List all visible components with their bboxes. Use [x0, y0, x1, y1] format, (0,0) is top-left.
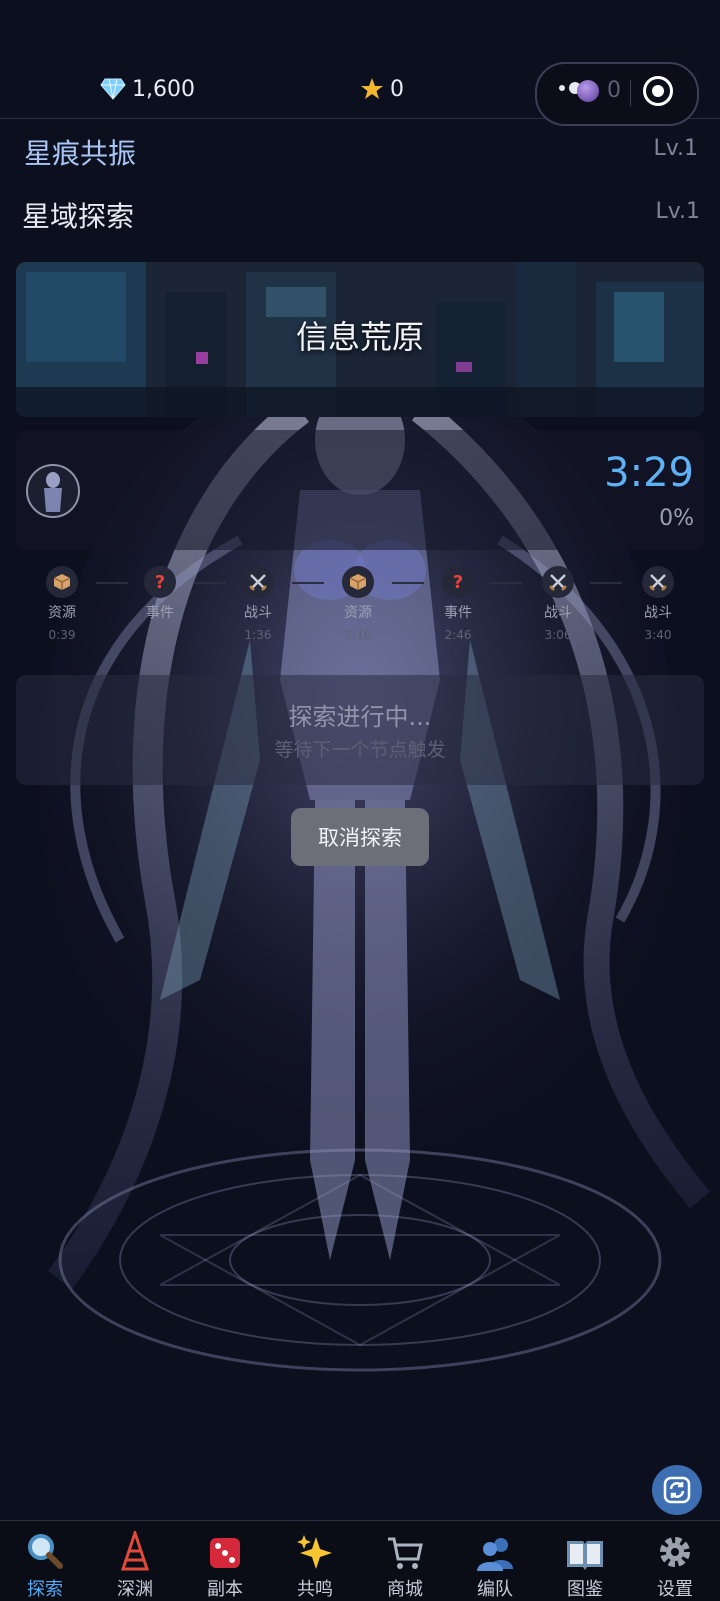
sparkles-icon [297, 1535, 332, 1569]
refresh-button[interactable] [652, 1465, 702, 1515]
capsule-count: 0 [607, 78, 621, 103]
tower-icon [120, 1531, 150, 1571]
swords-icon [642, 566, 674, 598]
nav-shop[interactable]: 商城 [360, 1521, 450, 1601]
crystal-orb-icon [577, 80, 599, 102]
nav-dungeon[interactable]: 副本 [180, 1521, 270, 1601]
refresh-icon [663, 1476, 691, 1504]
status-subtitle: 等待下一个节点触发 [274, 739, 446, 761]
cart-icon [388, 1537, 423, 1569]
book-icon [567, 1541, 603, 1570]
magnifier-icon [28, 1534, 63, 1569]
exploration-progress-card: 3:29 0% [16, 430, 704, 550]
swords-icon [542, 566, 574, 598]
mini-program-capsule[interactable]: 0 [535, 62, 699, 126]
nav-codex[interactable]: 图鉴 [540, 1521, 630, 1601]
gem-count: 1,600 [132, 76, 195, 102]
timeline-node: 战斗 3:06 [518, 566, 598, 642]
timeline-node: ? 事件 2:46 [418, 566, 498, 642]
question-icon: ? [442, 566, 474, 598]
close-target-icon[interactable] [643, 76, 673, 106]
gem-balance: 1,600 [100, 74, 195, 104]
timeline-node: 资源 2:10 [318, 566, 398, 642]
bottom-navigation: 探索 深渊 副本 共鸣 商城 编队 图鉴 设置 [0, 1520, 720, 1601]
character-avatar[interactable] [26, 464, 80, 518]
timeline-node: ? 事件 1:00 [120, 566, 200, 642]
exploration-title: 星域探索 [22, 200, 135, 233]
exploration-level: Lv.1 [655, 199, 700, 224]
team-icon [477, 1538, 513, 1571]
resonance-title: 星痕共振 [24, 137, 137, 170]
exploration-status-card: 探索进行中... 等待下一个节点触发 [16, 675, 704, 785]
nav-team[interactable]: 编队 [450, 1521, 540, 1601]
resonance-level: Lv.1 [653, 136, 698, 161]
nav-abyss[interactable]: 深渊 [90, 1521, 180, 1601]
area-name: 信息荒原 [295, 318, 424, 356]
status-title: 探索进行中... [288, 703, 432, 731]
progress-percent: 0% [659, 506, 694, 531]
box-icon [46, 566, 78, 598]
nav-explore[interactable]: 探索 [0, 1521, 90, 1601]
star-count: 0 [390, 76, 404, 102]
countdown-timer: 3:29 [604, 450, 694, 496]
dice-icon [210, 1538, 240, 1568]
node-timeline: 资源 0:39 ? 事件 1:00 战斗 1:36 资源 2:10 ? 事件 2… [0, 566, 720, 646]
top-status-bar: 1,600 0 0 [0, 60, 720, 126]
nav-settings[interactable]: 设置 [630, 1521, 720, 1601]
area-banner[interactable]: 信息荒原 [16, 262, 704, 417]
timeline-node: 战斗 3:40 [618, 566, 698, 642]
gear-icon [660, 1537, 690, 1567]
swords-icon [242, 566, 274, 598]
nav-resonance[interactable]: 共鸣 [270, 1521, 360, 1601]
timeline-node: 战斗 1:36 [218, 566, 298, 642]
timeline-node: 资源 0:39 [22, 566, 102, 642]
question-icon: ? [144, 566, 176, 598]
box-icon [342, 566, 374, 598]
star-balance: 0 [360, 74, 404, 104]
cancel-exploration-button[interactable]: 取消探索 [291, 808, 429, 866]
diamond-icon [100, 78, 126, 100]
star-icon [361, 78, 383, 99]
